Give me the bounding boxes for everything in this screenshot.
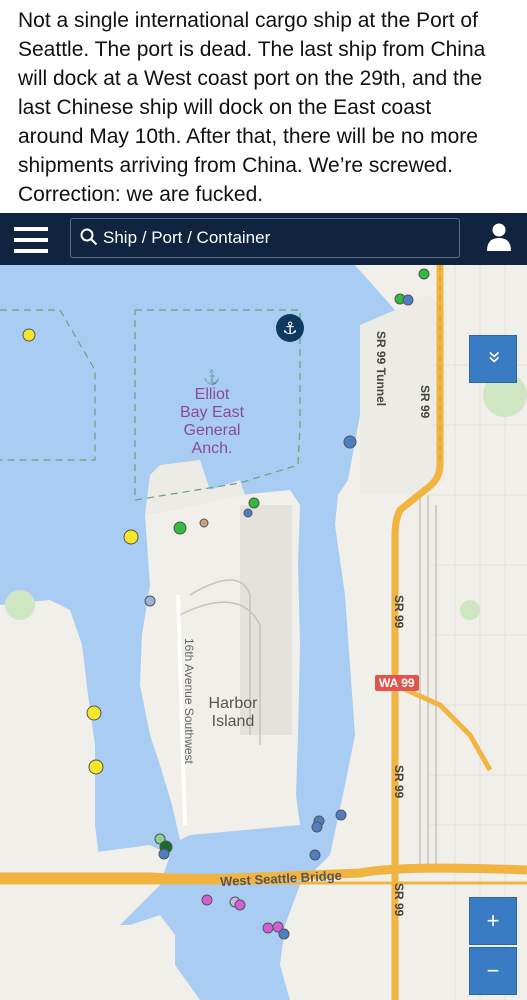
search-placeholder: Ship / Port / Container bbox=[103, 228, 271, 247]
wa99-shield: WA 99 bbox=[375, 675, 419, 691]
sr99-label-d: SR 99 bbox=[392, 883, 406, 917]
zoom-out-button[interactable]: − bbox=[469, 947, 517, 995]
collapse-button[interactable]: « bbox=[469, 335, 517, 383]
svg-text:⚓: ⚓ bbox=[282, 319, 297, 339]
map-view[interactable]: ⚓ ⚓ Elliot Bay East General Anch. Harbor… bbox=[0, 265, 527, 1000]
menu-icon[interactable] bbox=[14, 226, 48, 254]
sr99-tunnel-label: SR 99 Tunnel bbox=[374, 331, 388, 407]
sr99-label-b: SR 99 bbox=[392, 595, 406, 629]
post-caption-area: Not a single international cargo ship at… bbox=[0, 0, 527, 213]
zoom-in-button[interactable]: + bbox=[469, 897, 517, 945]
map-canvas[interactable]: ⚓ bbox=[0, 265, 527, 1000]
search-input[interactable]: Ship / Port / Container bbox=[70, 218, 460, 258]
sr99-label-c: SR 99 bbox=[392, 765, 406, 799]
harbor-island-label: Harbor Island bbox=[208, 695, 258, 730]
sr99-label-a: SR 99 bbox=[418, 385, 432, 419]
post-caption: Not a single international cargo ship at… bbox=[18, 9, 486, 206]
minus-icon: − bbox=[486, 958, 500, 983]
anchorage-label: ⚓ Elliot Bay East General Anch. bbox=[179, 369, 245, 457]
16th-ave-label: 16th Avenue Southwest bbox=[182, 638, 196, 764]
search-icon bbox=[80, 228, 98, 246]
user-icon[interactable] bbox=[486, 222, 512, 252]
chevrons-down-icon: « bbox=[480, 350, 505, 364]
plus-icon: + bbox=[486, 908, 500, 933]
